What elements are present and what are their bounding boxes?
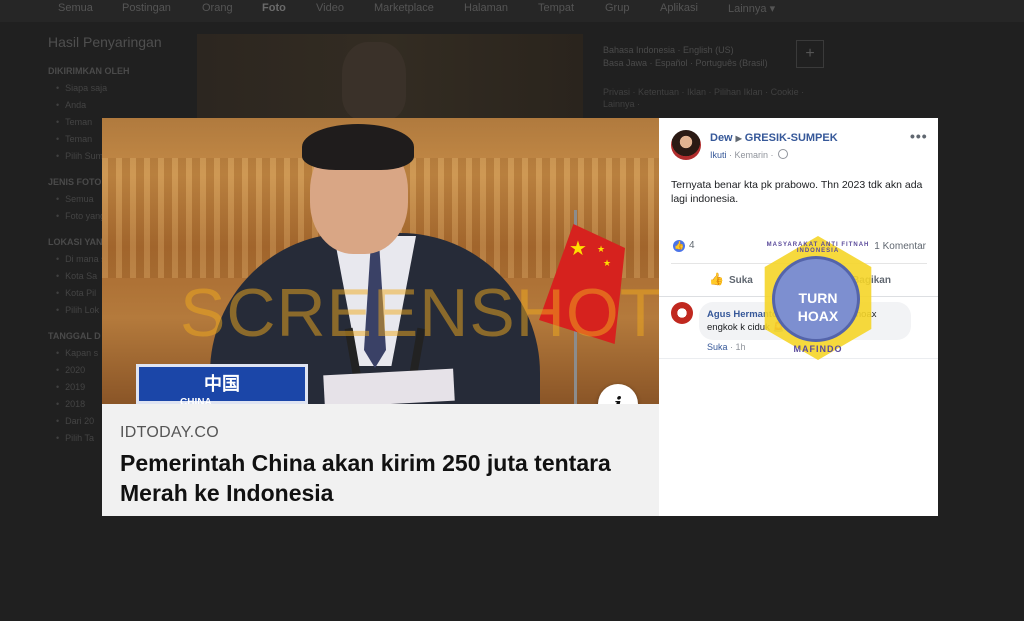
stamp-arc-text: MASYARAKAT ANTI FITNAH INDONESIA (766, 242, 870, 254)
news-caption: IDTODAY.CO Pemerintah China akan kirim 2… (102, 404, 659, 516)
flag-star-icon: ★ (569, 238, 587, 260)
caret-right-icon: ▶ (735, 134, 742, 143)
background-photo-result[interactable] (197, 34, 583, 124)
post-author-line: Dew ▶ GRESIK-SUMPEK (710, 132, 838, 144)
tab-halaman[interactable]: Halaman (464, 2, 508, 14)
photo-scene: ★ ★ ★ 中国 CHINA (102, 118, 659, 433)
author-name[interactable]: Dew (710, 132, 733, 144)
country-nameplate: 中国 (136, 364, 308, 404)
filter-section-title: DIKIRIMKAN OLEH (48, 66, 130, 76)
search-filter-tabs: Semua Postingan Orang Foto Video Marketp… (0, 0, 1024, 22)
author-avatar[interactable] (671, 130, 701, 160)
like-count[interactable]: 4 (689, 240, 695, 251)
post-time[interactable]: Kemarin (735, 150, 769, 160)
post-meta: Ikuti · Kemarin · (710, 149, 789, 160)
globe-icon (778, 149, 789, 159)
tab-orang[interactable]: Orang (202, 2, 233, 14)
thumbs-up-icon: 👍 (709, 272, 724, 286)
language-links-line[interactable]: Bahasa Indonesia · English (US) (603, 44, 823, 57)
footer-links[interactable]: Privasi · Ketentuan · Iklan · Pilihan Ik… (603, 86, 823, 110)
filter-sidebar-title: Hasil Penyaringan (48, 34, 162, 50)
comment-time[interactable]: 1h (736, 342, 746, 352)
papers (323, 368, 455, 408)
stamp-line-2: HOAX (797, 308, 839, 324)
tab-lainnya[interactable]: Lainnya ▾ (728, 2, 775, 15)
tab-foto[interactable]: Foto (262, 2, 286, 14)
tab-tempat[interactable]: Tempat (538, 2, 574, 14)
news-image[interactable]: ★ ★ ★ 中国 CHINA SCREENSHOT BY i IDTODAY.C… (102, 118, 659, 516)
thumbs-up-icon: 👍 (673, 240, 685, 252)
language-links: Bahasa Indonesia · English (US) Basa Jaw… (603, 44, 823, 70)
commenter-avatar[interactable] (671, 302, 693, 324)
news-source: IDTODAY.CO (120, 424, 220, 441)
add-language-button[interactable]: + (796, 40, 824, 68)
stamp-bottom-text: MAFINDO (793, 344, 843, 354)
tab-postingan[interactable]: Postingan (122, 2, 171, 14)
comment-count[interactable]: 1 Komentar (874, 241, 926, 252)
tab-grup[interactable]: Grup (605, 2, 629, 14)
filter-option[interactable]: Siapa saja (56, 83, 198, 93)
group-name[interactable]: GRESIK-SUMPEK (745, 132, 838, 144)
post-text: Ternyata benar kta pk prabowo. Thn 2023 … (671, 179, 923, 205)
background-photo-head (342, 42, 406, 120)
tab-marketplace[interactable]: Marketplace (374, 2, 434, 14)
screenshot-watermark: SCREENSHOT BY (180, 275, 659, 351)
like-button-label: Suka (728, 275, 753, 286)
comment-like-link[interactable]: Suka (707, 342, 728, 352)
comment-actions: Suka · 1h (707, 342, 746, 352)
flag-star-icon: ★ (603, 258, 612, 268)
flag-star-icon: ★ (597, 244, 606, 254)
tab-aplikasi[interactable]: Aplikasi (660, 2, 698, 14)
more-options-icon[interactable]: ••• (910, 128, 928, 144)
turn-back-hoax-stamp: MASYARAKAT ANTI FITNAH INDONESIA TURN HO… (756, 236, 880, 360)
news-headline: Pemerintah China akan kirim 250 juta ten… (120, 450, 611, 506)
stamp-line-1: TURN (798, 290, 838, 306)
filter-option[interactable]: Anda (56, 100, 198, 110)
speaker-hair (302, 124, 414, 170)
tab-video[interactable]: Video (316, 2, 344, 14)
follow-link[interactable]: Ikuti (710, 150, 727, 160)
tab-semua[interactable]: Semua (58, 2, 93, 14)
like-button[interactable]: 👍 Suka (709, 272, 753, 286)
language-links-line[interactable]: Basa Jawa · Español · Português (Brasil) (603, 57, 823, 70)
